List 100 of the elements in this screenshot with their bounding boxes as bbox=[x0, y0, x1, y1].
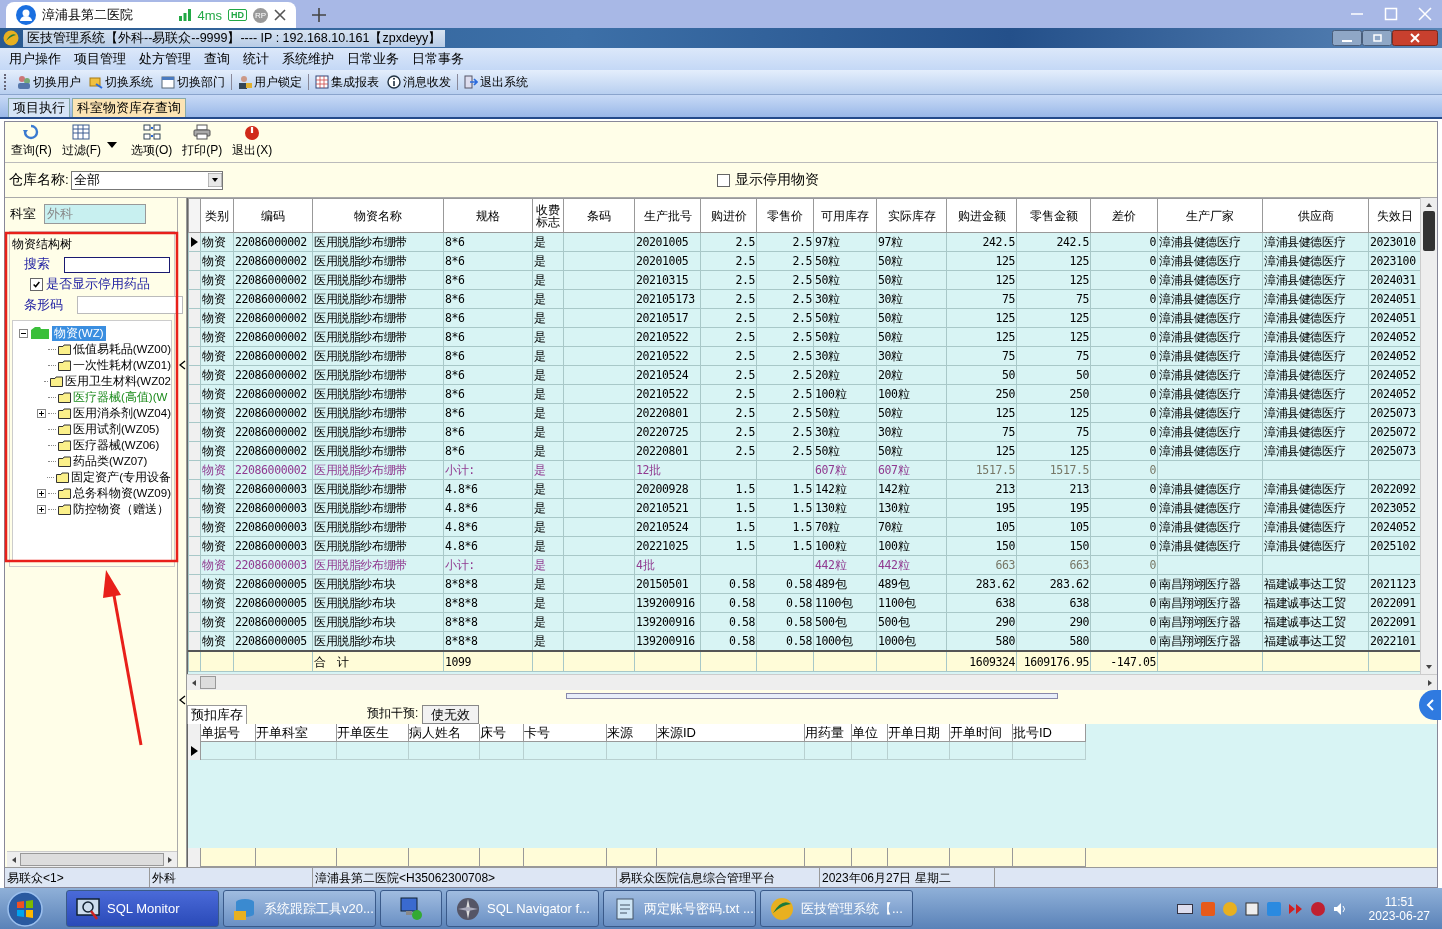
row-indicator[interactable] bbox=[188, 631, 201, 651]
tree-item[interactable]: 低值易耗品(WZ00) bbox=[72, 341, 171, 357]
column-header[interactable]: 来源 bbox=[607, 724, 657, 742]
scroll-left-icon[interactable] bbox=[10, 855, 18, 864]
action-button[interactable]: 选项(O) bbox=[129, 124, 175, 162]
expand-icon[interactable] bbox=[37, 408, 46, 418]
scroll-up-icon[interactable] bbox=[1425, 201, 1433, 209]
column-header[interactable]: 零售价 bbox=[756, 198, 814, 233]
taskbar-button[interactable]: SQL Monitor bbox=[66, 890, 219, 927]
tree-item[interactable]: 医用试剂(WZ05) bbox=[73, 421, 160, 437]
column-header[interactable]: 开单日期 bbox=[888, 724, 950, 742]
column-header[interactable]: 规格 bbox=[443, 198, 533, 233]
scroll-thumb[interactable] bbox=[20, 853, 164, 866]
action-button[interactable]: 打印(P) bbox=[180, 124, 225, 162]
column-header[interactable]: 生产批号 bbox=[634, 198, 701, 233]
menu-item[interactable]: 查询 bbox=[199, 50, 235, 68]
checkbox-box[interactable] bbox=[717, 173, 730, 187]
column-header[interactable]: 购进价 bbox=[700, 198, 757, 233]
toolbar-button[interactable]: 集成报表 bbox=[311, 71, 383, 93]
menu-item[interactable]: 项目管理 bbox=[69, 50, 131, 68]
column-header[interactable]: 用药量 bbox=[805, 724, 852, 742]
splitter-handle[interactable] bbox=[566, 693, 1058, 699]
column-header[interactable]: 开单医生 bbox=[337, 724, 409, 742]
dropdown-caret-icon[interactable] bbox=[107, 142, 117, 148]
toolbar-button[interactable]: 切换部门 bbox=[157, 71, 229, 93]
tree-item[interactable]: 医用卫生材料(WZ02 bbox=[64, 373, 171, 389]
toolbar-button[interactable]: 消息收发 bbox=[383, 71, 455, 93]
column-header[interactable]: 单位 bbox=[852, 724, 888, 742]
column-header[interactable]: 条码 bbox=[563, 198, 635, 233]
toolbar-button[interactable]: 退出系统 bbox=[460, 71, 532, 93]
scroll-right-icon[interactable] bbox=[1426, 678, 1434, 687]
column-header[interactable]: 卡号 bbox=[524, 724, 607, 742]
tree-item[interactable]: 医疗器械(高值)(W bbox=[73, 389, 168, 405]
column-header[interactable]: 收费标志 bbox=[532, 198, 564, 233]
toolbar-button[interactable]: 切换用户 bbox=[13, 71, 85, 93]
taskbar-button[interactable] bbox=[380, 890, 442, 927]
expand-icon[interactable] bbox=[37, 504, 46, 514]
horizontal-scrollbar[interactable] bbox=[187, 674, 1437, 690]
column-header[interactable]: 差价 bbox=[1090, 198, 1158, 233]
collapse-icon[interactable] bbox=[19, 328, 28, 338]
invalidate-button[interactable]: 使无效 bbox=[422, 705, 480, 724]
action-button[interactable]: 过滤(F) bbox=[59, 124, 103, 162]
checkbox-box[interactable] bbox=[30, 278, 43, 291]
minimize-icon[interactable] bbox=[1332, 30, 1362, 46]
column-header[interactable]: 单据号 bbox=[201, 724, 256, 742]
menu-item[interactable]: 日常业务 bbox=[342, 50, 404, 68]
keyboard-icon[interactable] bbox=[1176, 902, 1193, 915]
action-button[interactable]: 退出(X) bbox=[230, 124, 275, 162]
column-header[interactable]: 来源ID bbox=[657, 724, 805, 742]
menu-item[interactable]: 用户操作 bbox=[4, 50, 66, 68]
column-header[interactable]: 编码 bbox=[233, 198, 313, 233]
new-tab-icon[interactable] bbox=[312, 8, 326, 22]
toolbar-button[interactable]: 切换系统 bbox=[85, 71, 157, 93]
column-header[interactable]: 开单科室 bbox=[256, 724, 337, 742]
tree-item[interactable]: 固定资产(专用设备 bbox=[71, 469, 171, 485]
tree-item[interactable]: 总务科物资(WZ09) bbox=[72, 485, 171, 501]
tray-app-icon[interactable] bbox=[1244, 901, 1259, 916]
close-icon[interactable] bbox=[274, 9, 286, 21]
start-button[interactable] bbox=[6, 889, 44, 928]
tray-app-icon[interactable] bbox=[1310, 901, 1325, 916]
scroll-left-icon[interactable] bbox=[190, 678, 198, 687]
menu-item[interactable]: 统计 bbox=[238, 50, 274, 68]
tree-item[interactable]: 医用消杀剂(WZ04) bbox=[72, 405, 171, 421]
reserved-stock-tab[interactable]: 预扣库存 bbox=[187, 705, 247, 724]
column-header[interactable]: 床号 bbox=[480, 724, 524, 742]
warehouse-select[interactable]: 全部 bbox=[70, 170, 223, 190]
column-header[interactable]: 生产厂家 bbox=[1157, 198, 1263, 233]
document-tab[interactable]: 项目执行 bbox=[8, 98, 70, 117]
scroll-thumb[interactable] bbox=[1423, 211, 1435, 251]
vertical-scrollbar[interactable] bbox=[1420, 198, 1437, 674]
scroll-right-icon[interactable] bbox=[166, 855, 174, 864]
column-header[interactable]: 可用库存 bbox=[813, 198, 877, 233]
column-header[interactable]: 实际库存 bbox=[876, 198, 947, 233]
column-header[interactable]: 购进金额 bbox=[946, 198, 1017, 233]
column-header[interactable]: 失效日 bbox=[1368, 198, 1420, 233]
tree-item[interactable]: 防控物资（赠送） bbox=[73, 501, 169, 517]
scroll-down-icon[interactable] bbox=[1425, 663, 1433, 671]
menu-item[interactable]: 系统维护 bbox=[277, 50, 339, 68]
toolbar-button[interactable]: 用户锁定 bbox=[234, 71, 306, 93]
menu-item[interactable]: 日常事务 bbox=[407, 50, 469, 68]
restore-icon[interactable] bbox=[1362, 30, 1392, 46]
browser-tab[interactable]: 漳浦县第二医院 4ms HD RP bbox=[6, 2, 296, 28]
document-tab[interactable]: 科室物资库存查询 bbox=[72, 98, 186, 117]
horizontal-scrollbar[interactable] bbox=[7, 851, 177, 867]
volume-icon[interactable] bbox=[1332, 901, 1347, 916]
column-header[interactable]: 类别 bbox=[200, 198, 234, 233]
column-header[interactable]: 物资名称 bbox=[312, 198, 444, 233]
column-header[interactable]: 零售金额 bbox=[1016, 198, 1091, 233]
search-field[interactable] bbox=[64, 256, 170, 273]
tree-item[interactable]: 一次性耗材(WZ01) bbox=[72, 357, 171, 373]
column-header[interactable]: 批号ID bbox=[1013, 724, 1086, 742]
action-button[interactable]: 查询(R) bbox=[9, 124, 54, 162]
column-header[interactable]: 病人姓名 bbox=[409, 724, 480, 742]
scroll-thumb[interactable] bbox=[200, 676, 216, 689]
column-header[interactable]: 开单时间 bbox=[950, 724, 1013, 742]
maximize-icon[interactable] bbox=[1384, 7, 1398, 21]
expand-icon[interactable] bbox=[37, 488, 46, 498]
tree-item[interactable]: 医疗器械(WZ06) bbox=[73, 437, 160, 453]
collapse-side-button[interactable] bbox=[1419, 690, 1441, 720]
close-icon[interactable] bbox=[1392, 30, 1438, 46]
